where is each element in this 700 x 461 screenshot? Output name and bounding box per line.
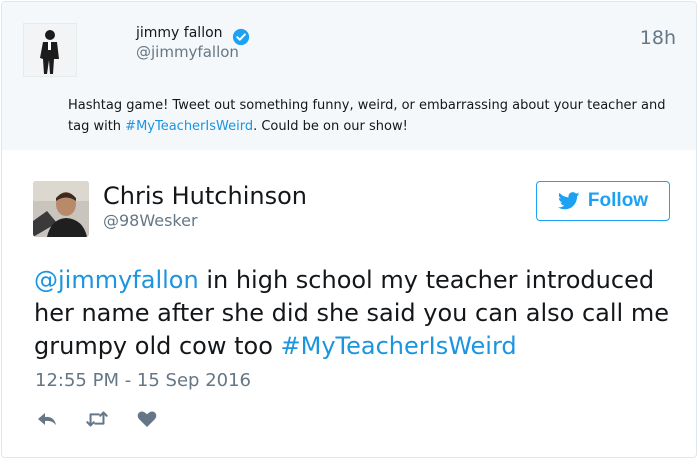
person-figure-icon (24, 24, 76, 76)
like-button[interactable] (135, 407, 159, 431)
author-avatar[interactable] (33, 181, 89, 237)
author-photo (33, 181, 89, 237)
tweet-actions (35, 407, 159, 431)
retweet-button[interactable] (85, 407, 109, 431)
twitter-bird-icon (557, 192, 580, 210)
reply-button[interactable] (35, 407, 59, 431)
mention-link[interactable]: @jimmyfallon (34, 266, 199, 294)
quoted-text-after: . Could be on our show! (253, 119, 408, 134)
tweet-timestamp[interactable]: 12:55 PM - 15 Sep 2016 (35, 370, 251, 391)
reply-icon (38, 413, 56, 425)
retweet-icon (86, 411, 108, 427)
quoted-author-handle[interactable]: @jimmyfallon (136, 43, 239, 61)
tweet-text: @jimmyfallon in high school my teacher i… (34, 264, 684, 363)
heart-icon (137, 411, 157, 427)
tweet-card: jimmy fallon @jimmyfallon 18h Hashtag ga… (1, 1, 697, 458)
author-name[interactable]: Chris Hutchinson (103, 182, 307, 210)
quoted-hashtag-link[interactable]: #MyTeacherIsWeird (125, 119, 253, 134)
quoted-timestamp[interactable]: 18h (640, 27, 676, 49)
follow-button-label: Follow (587, 190, 649, 211)
quoted-avatar[interactable] (23, 23, 77, 77)
follow-button[interactable]: Follow (536, 181, 670, 221)
quoted-author-name[interactable]: jimmy fallon (136, 25, 223, 41)
hashtag-link[interactable]: #MyTeacherIsWeird (281, 332, 517, 360)
author-handle[interactable]: @98Wesker (103, 211, 198, 230)
quoted-tweet[interactable]: jimmy fallon @jimmyfallon 18h Hashtag ga… (2, 2, 696, 150)
quoted-tweet-text: Hashtag game! Tweet out something funny,… (68, 95, 668, 137)
